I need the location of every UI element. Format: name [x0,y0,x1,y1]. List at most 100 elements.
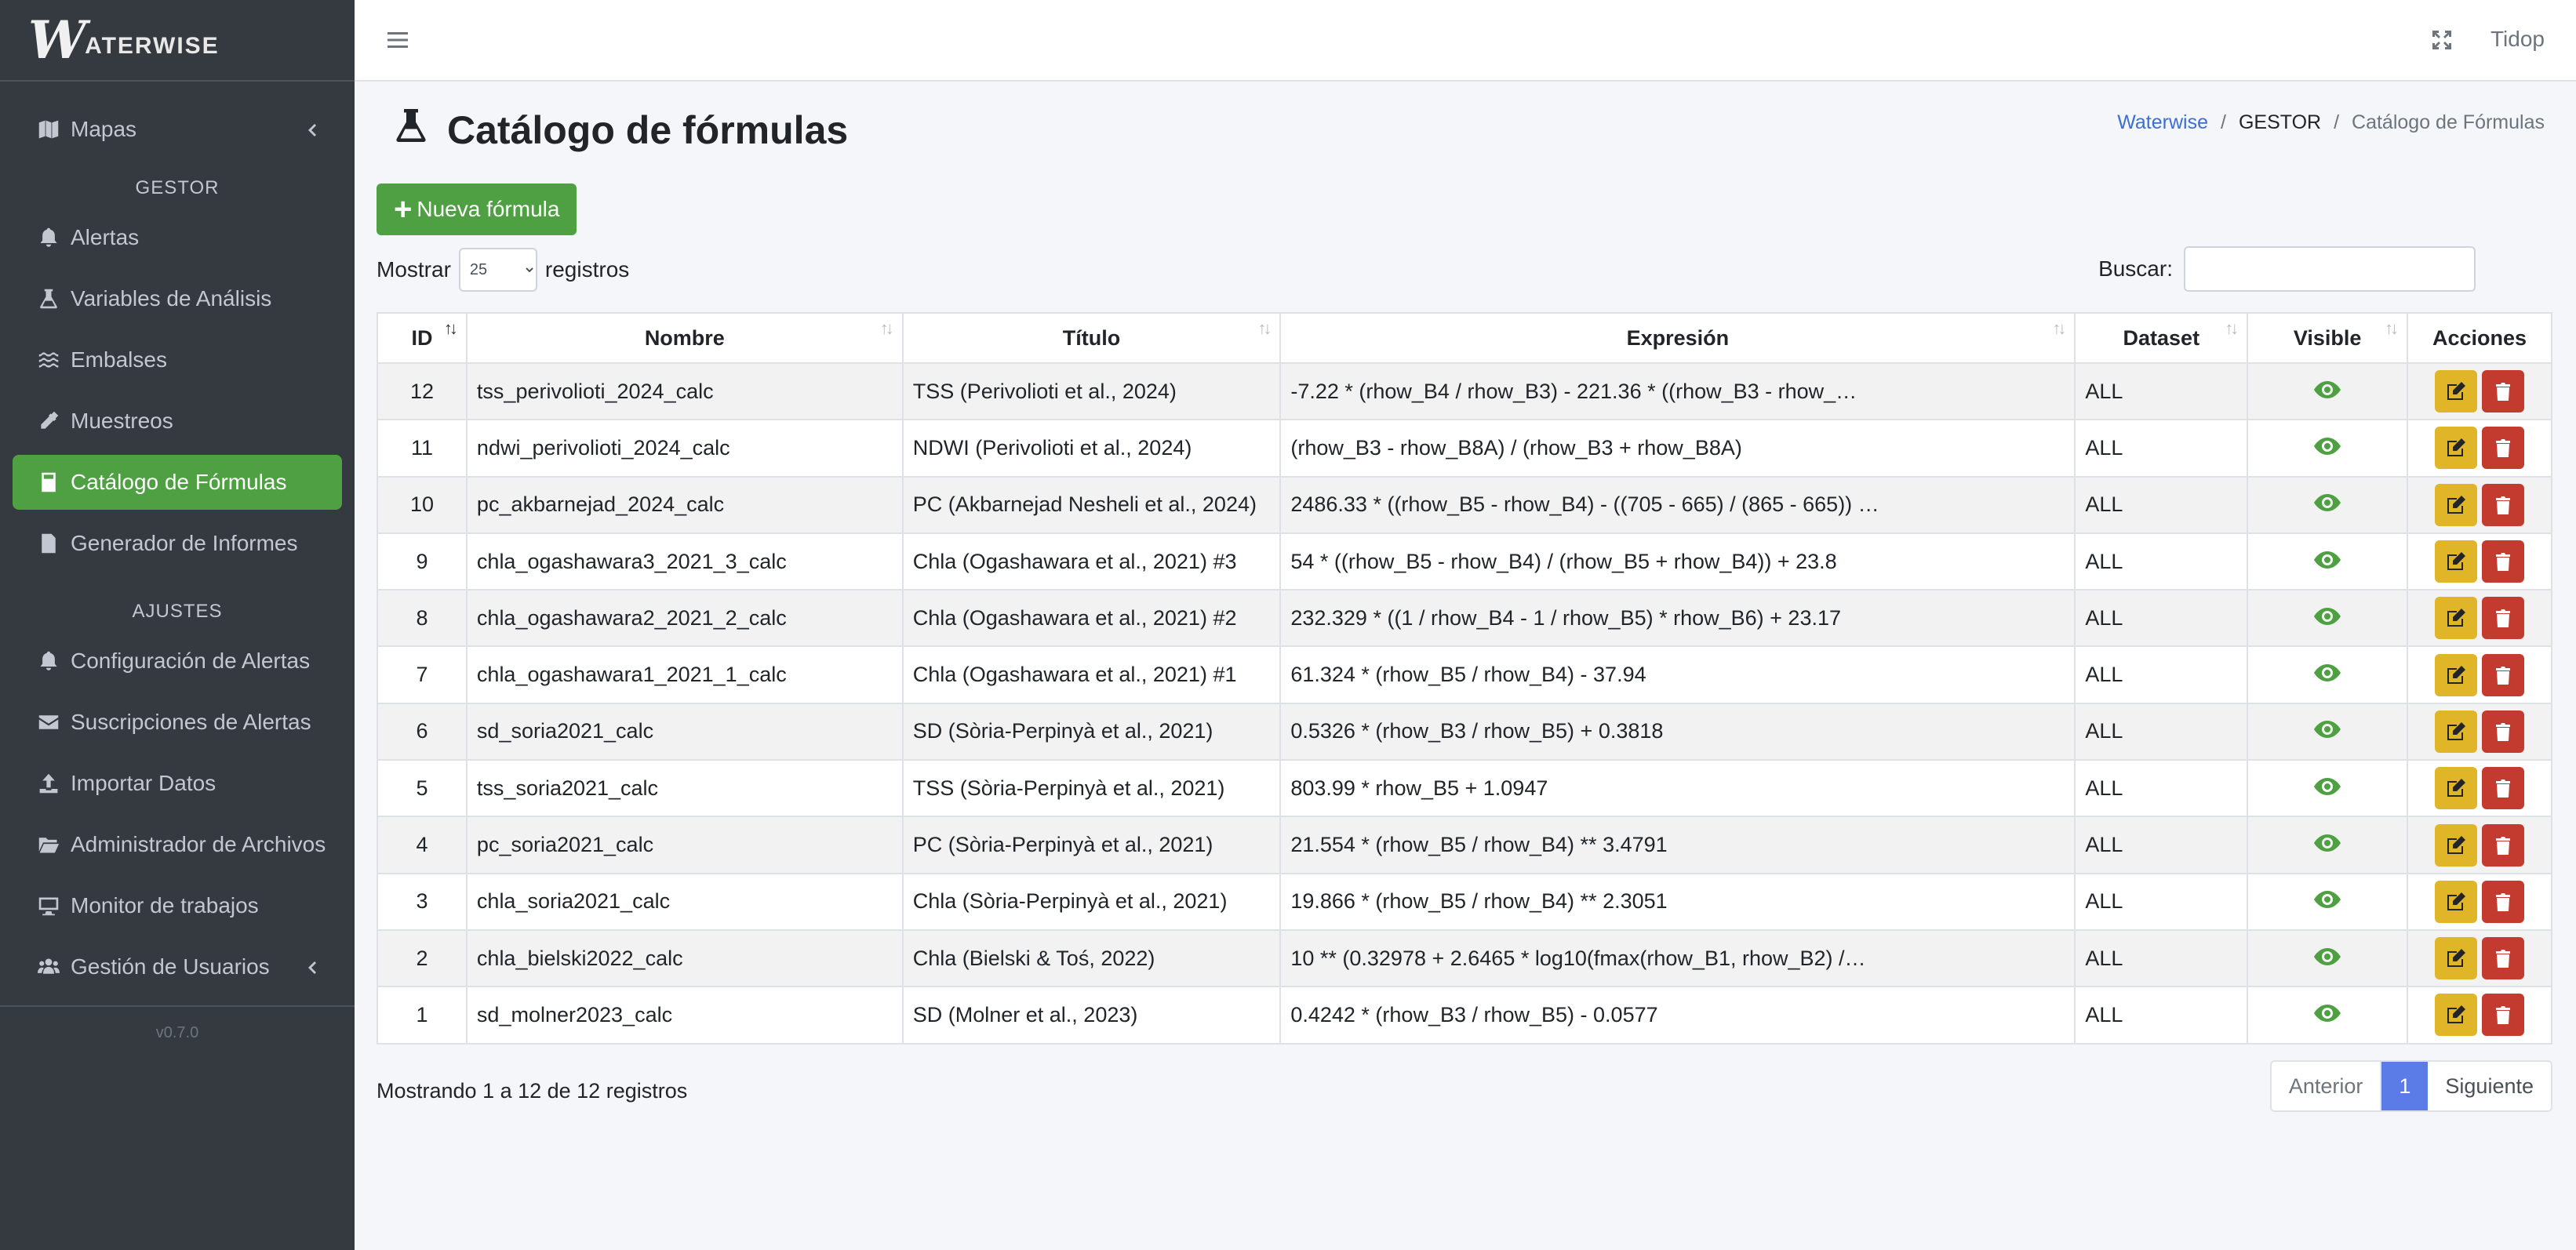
user-menu[interactable]: Tidop [2490,27,2545,52]
page-length-select[interactable]: 25 [458,248,537,292]
cell-expresion: (rhow_B3 - rhow_B8A) / (rhow_B3 + rhow_B… [1279,419,2076,478]
delete-button[interactable] [2482,823,2525,867]
column-header-expresion[interactable]: Expresión ↑↓ [1279,312,2076,364]
cell-nombre: sd_soria2021_calc [465,702,904,761]
cell-dataset: ALL [2074,986,2249,1045]
edit-button[interactable] [2435,370,2478,413]
logo-text: ATERWISE [85,33,220,59]
cell-nombre: chla_ogashawara2_2021_2_calc [465,589,904,648]
sidebar-item-administrador-archivos[interactable]: Administrador de Archivos [13,817,342,872]
cell-acciones [2407,928,2552,988]
breadcrumb: Waterwise / GESTOR / Catálogo de Fórmula… [2117,111,2545,134]
sidebar-item-importar-datos[interactable]: Importar Datos [13,756,342,811]
column-header-id[interactable]: ID ↑↓ [377,312,468,364]
sidebar-item-monitor-trabajos[interactable]: Monitor de trabajos [13,878,342,933]
delete-button[interactable] [2482,540,2525,583]
search-input[interactable] [2184,246,2476,292]
sidebar-item-mapas[interactable]: Mapas [13,102,342,157]
breadcrumb-separator: / [2221,111,2226,133]
cell-visible [2247,928,2409,988]
sidebar-item-embalses[interactable]: Embalses [13,332,342,387]
edit-icon [2446,892,2466,912]
delete-button[interactable] [2482,767,2525,810]
trash-icon [2493,551,2513,572]
trash-icon [2493,1005,2513,1025]
trash-icon [2493,438,2513,458]
formulas-table: ID ↑↓ Nombre ↑↓ Título ↑↓ Expresión ↑↓ Datas… [377,312,2552,1045]
edit-icon [2446,721,2466,742]
edit-button[interactable] [2435,823,2478,867]
column-header-nombre[interactable]: Nombre ↑↓ [465,312,904,364]
brand[interactable]: W ATERWISE [0,0,355,82]
sidebar-item-generador-informes[interactable]: Generador de Informes [13,516,342,571]
edit-button[interactable] [2435,540,2478,583]
fullscreen-icon[interactable] [2430,28,2454,52]
trash-icon [2493,778,2513,798]
edit-button[interactable] [2435,880,2478,923]
sort-icon: ↑↓ [2052,318,2066,338]
cell-dataset: ALL [2074,872,2249,931]
column-header-titulo[interactable]: Título ↑↓ [901,312,1282,364]
column-header-dataset[interactable]: Dataset ↑↓ [2074,312,2249,364]
cell-expresion: 0.4242 * (rhow_B3 / rhow_B5) - 0.0577 [1279,986,2076,1045]
column-header-acciones: Acciones [2407,312,2552,364]
hamburger-menu-icon[interactable] [386,28,409,52]
delete-button[interactable] [2482,937,2525,980]
sidebar-item-gestion-usuarios[interactable]: Gestión de Usuarios [13,939,342,994]
sidebar-item-label: Monitor de trabajos [71,893,259,918]
cell-visible [2247,362,2409,421]
nav-header-gestor: GESTOR [135,177,220,198]
cell-dataset: ALL [2074,759,2249,818]
eye-icon [2314,778,2341,795]
edit-button[interactable] [2435,427,2478,470]
sort-icon: ↑↓ [1257,318,1272,338]
table-row: 8 chla_ogashawara2_2021_2_calc Chla (Ogash… [377,589,2552,648]
delete-button[interactable] [2482,880,2525,923]
sidebar-item-suscripciones[interactable]: Suscripciones de Alertas [13,695,342,750]
pagination-previous[interactable]: Anterior [2272,1062,2382,1110]
delete-button[interactable] [2482,994,2525,1037]
envelope-icon [36,710,61,735]
edit-button[interactable] [2435,653,2478,696]
cell-dataset: ALL [2074,702,2249,761]
sidebar-item-muestreos[interactable]: Muestreos [13,394,342,449]
cell-titulo: PC (Akbarnejad Nesheli et al., 2024) [901,475,1282,534]
cell-nombre: sd_molner2023_calc [465,986,904,1045]
pagination-next[interactable]: Siguiente [2428,1062,2551,1110]
pagination-page-1[interactable]: 1 [2381,1062,2429,1110]
cell-dataset: ALL [2074,928,2249,988]
eyedropper-icon [36,409,61,434]
sidebar-item-config-alertas[interactable]: Configuración de Alertas [13,634,342,689]
delete-button[interactable] [2482,710,2525,753]
delete-button[interactable] [2482,427,2525,470]
chevron-left-icon [303,120,322,139]
cell-acciones [2407,532,2552,591]
sidebar-item-label: Suscripciones de Alertas [71,710,311,734]
delete-button[interactable] [2482,370,2525,413]
delete-button[interactable] [2482,483,2525,526]
sidebar-item-label: Catálogo de Fórmulas [71,470,287,494]
column-header-visible[interactable]: Visible ↑↓ [2247,312,2409,364]
sidebar-item-label: Mapas [71,117,137,141]
upload-icon [36,771,61,796]
edit-button[interactable] [2435,483,2478,526]
map-icon [36,117,61,142]
cell-acciones [2407,702,2552,761]
edit-button[interactable] [2435,597,2478,640]
sidebar-item-variables[interactable]: Variables de Análisis [13,271,342,326]
breadcrumb-waterwise[interactable]: Waterwise [2117,111,2208,134]
edit-button[interactable] [2435,710,2478,753]
sidebar-item-alertas[interactable]: Alertas [13,210,342,265]
delete-button[interactable] [2482,653,2525,696]
cell-titulo: Chla (Bielski & Toś, 2022) [901,928,1282,988]
page-title: Catálogo de fórmulas [392,104,848,157]
edit-button[interactable] [2435,937,2478,980]
delete-button[interactable] [2482,597,2525,640]
edit-button[interactable] [2435,767,2478,810]
edit-button[interactable] [2435,994,2478,1037]
cell-nombre: pc_akbarnejad_2024_calc [465,475,904,534]
sidebar-item-catalogo-formulas[interactable]: Catálogo de Fórmulas [13,455,342,510]
sidebar-item-label: Muestreos [71,409,173,433]
cell-titulo: PC (Sòria-Perpinyà et al., 2021) [901,816,1282,874]
new-formula-button[interactable]: + Nueva fórmula [377,184,577,235]
